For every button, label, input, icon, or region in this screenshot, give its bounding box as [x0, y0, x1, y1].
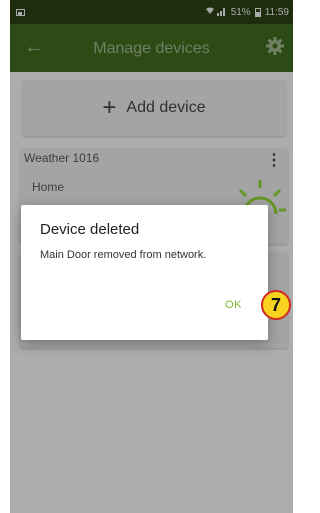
- device-deleted-dialog: Device deleted Main Door removed from ne…: [21, 205, 268, 340]
- step-number-badge: 7: [261, 290, 291, 320]
- ok-button[interactable]: OK: [221, 297, 246, 313]
- dialog-message: Main Door removed from network.: [40, 249, 207, 261]
- dialog-title: Device deleted: [40, 221, 140, 238]
